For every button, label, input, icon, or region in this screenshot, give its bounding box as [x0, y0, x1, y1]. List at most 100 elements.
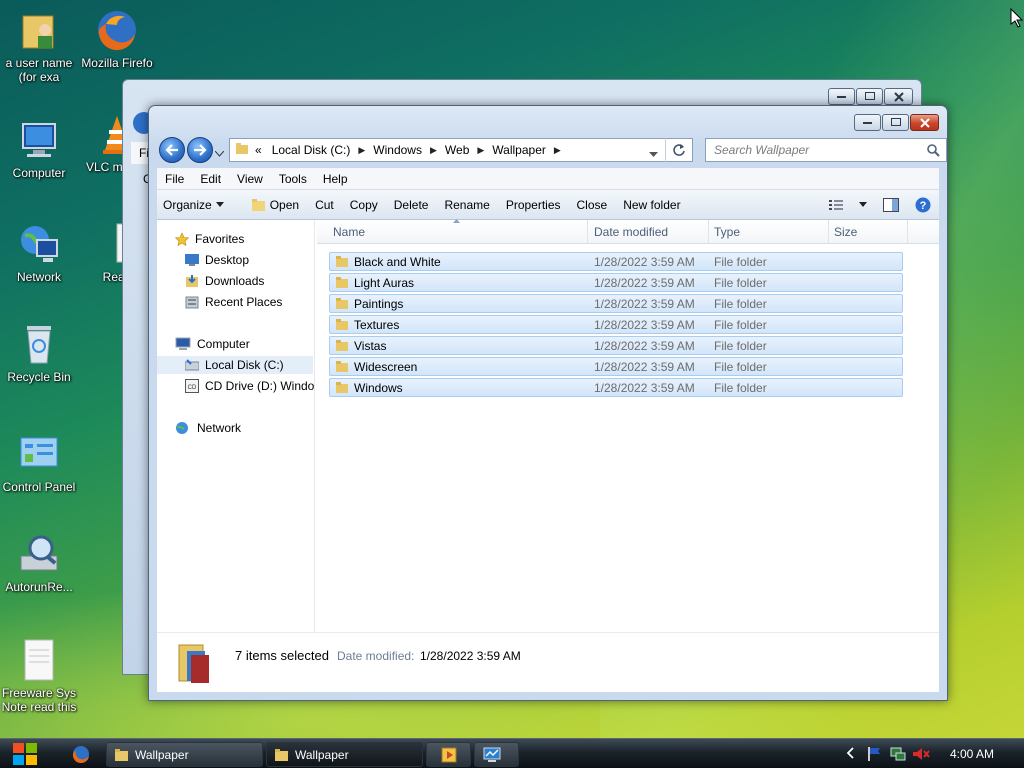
- column-divider[interactable]: [708, 220, 709, 244]
- file-row[interactable]: Paintings 1/28/2022 3:59 AM File folder: [329, 294, 903, 313]
- desktop-icon-control-panel[interactable]: Control Panel: [0, 432, 78, 494]
- preview-pane-button[interactable]: [875, 197, 907, 212]
- folder-icon: [336, 340, 348, 351]
- taskbar-button-wallpaper-2[interactable]: Wallpaper: [266, 742, 423, 767]
- properties-button[interactable]: Properties: [498, 198, 569, 212]
- desktop-icon-freeware-note[interactable]: Freeware Sys Note read this: [0, 638, 78, 714]
- column-divider[interactable]: [828, 220, 829, 244]
- nav-local-disk[interactable]: Local Disk (C:): [157, 356, 313, 374]
- taskbar-button-label: Wallpaper: [135, 747, 189, 762]
- quick-launch-firefox[interactable]: [72, 745, 90, 766]
- desktop-icon-firefox[interactable]: Mozilla Firefo: [78, 8, 156, 70]
- desktop-icon-user-folder[interactable]: a user name (for exa: [0, 8, 78, 84]
- taskbar-clock[interactable]: 4:00 AM: [950, 747, 994, 761]
- maximize-button[interactable]: [882, 114, 909, 131]
- refresh-button[interactable]: [665, 138, 691, 162]
- crumb-separator-icon[interactable]: ▶: [355, 145, 368, 156]
- nav-recent-places[interactable]: Recent Places: [185, 295, 282, 309]
- tray-network-icon[interactable]: [890, 746, 906, 765]
- nav-favorites[interactable]: Favorites: [175, 232, 244, 246]
- address-crumb-windows[interactable]: Windows: [368, 143, 427, 157]
- desktop-icon-autorun[interactable]: AutorunRe...: [0, 532, 78, 594]
- crumb-separator-icon[interactable]: ▶: [474, 145, 487, 156]
- nav-computer[interactable]: Computer: [175, 337, 250, 351]
- menu-edit[interactable]: Edit: [192, 172, 229, 186]
- minimize-button[interactable]: [828, 88, 855, 105]
- nav-network-label: Network: [197, 421, 242, 435]
- copy-button[interactable]: Copy: [342, 198, 386, 212]
- file-row[interactable]: Light Auras 1/28/2022 3:59 AM File folde…: [329, 273, 903, 292]
- star-icon: [175, 232, 189, 246]
- column-date-modified[interactable]: Date modified: [594, 225, 668, 239]
- file-row[interactable]: Black and White 1/28/2022 3:59 AM File f…: [329, 252, 903, 271]
- search-input[interactable]: Search Wallpaper: [705, 138, 947, 162]
- explorer-window[interactable]: « Local Disk (C:) ▶ Windows ▶ Web ▶ Wall…: [148, 105, 948, 701]
- file-row[interactable]: Vistas 1/28/2022 3:59 AM File folder: [329, 336, 903, 355]
- nav-network[interactable]: Network: [175, 421, 241, 435]
- address-bar[interactable]: « Local Disk (C:) ▶ Windows ▶ Web ▶ Wall…: [229, 138, 693, 162]
- forward-button[interactable]: [187, 137, 213, 163]
- file-row[interactable]: Windows 1/28/2022 3:59 AM File folder: [329, 378, 903, 397]
- views-dropdown-button[interactable]: [851, 202, 875, 207]
- rename-button[interactable]: Rename: [436, 198, 497, 212]
- folder-icon: [275, 748, 288, 761]
- help-button[interactable]: ?: [907, 197, 939, 213]
- taskbar-button-wallpaper-1[interactable]: Wallpaper: [106, 742, 263, 767]
- menu-view[interactable]: View: [229, 172, 271, 186]
- crumb-separator-icon[interactable]: ▶: [551, 145, 564, 156]
- open-button[interactable]: Open: [244, 198, 307, 212]
- new-folder-button[interactable]: New folder: [615, 198, 688, 212]
- back-button[interactable]: [159, 137, 185, 163]
- column-size[interactable]: Size: [834, 225, 857, 239]
- media-player-icon: [441, 747, 457, 762]
- organize-button[interactable]: Organize: [157, 198, 232, 212]
- views-button[interactable]: [821, 199, 851, 211]
- close-button[interactable]: [910, 114, 939, 131]
- desktop-icon-computer[interactable]: Computer: [0, 118, 78, 180]
- menu-file[interactable]: File: [157, 172, 192, 186]
- address-crumb-wallpaper[interactable]: Wallpaper: [487, 143, 551, 157]
- column-name[interactable]: Name: [333, 225, 365, 239]
- maximize-button[interactable]: [856, 88, 883, 105]
- desktop-icon-recycle-bin[interactable]: Recycle Bin: [0, 322, 78, 384]
- column-divider[interactable]: [587, 220, 588, 244]
- start-button[interactable]: [8, 739, 44, 768]
- desktop-icon-network[interactable]: Network: [0, 222, 78, 284]
- close-command-button[interactable]: Close: [569, 198, 616, 212]
- tray-volume-icon[interactable]: [912, 746, 930, 765]
- nav-cd-drive[interactable]: CD CD Drive (D:) Windo: [185, 379, 314, 393]
- file-row[interactable]: Textures 1/28/2022 3:59 AM File folder: [329, 315, 903, 334]
- file-row[interactable]: Widescreen 1/28/2022 3:59 AM File folder: [329, 357, 903, 376]
- address-overflow[interactable]: «: [250, 143, 267, 157]
- taskbar-button-monitor[interactable]: [474, 742, 519, 767]
- column-type[interactable]: Type: [714, 225, 740, 239]
- address-dropdown-icon[interactable]: [649, 147, 658, 161]
- close-button[interactable]: [884, 88, 913, 105]
- nav-downloads[interactable]: Downloads: [185, 274, 264, 288]
- column-divider[interactable]: [907, 220, 908, 244]
- file-name: Light Auras: [354, 276, 415, 290]
- nav-desktop[interactable]: Desktop: [185, 253, 249, 267]
- file-type: File folder: [714, 360, 767, 374]
- navigation-pane: Favorites Desktop Downloads Recent Place…: [157, 220, 315, 632]
- search-icon[interactable]: [927, 144, 940, 157]
- menu-help[interactable]: Help: [315, 172, 356, 186]
- delete-button[interactable]: Delete: [386, 198, 437, 212]
- tray-flag-icon[interactable]: [866, 746, 882, 765]
- file-type: File folder: [714, 318, 767, 332]
- recent-pages-dropdown[interactable]: [214, 146, 225, 160]
- network-icon: [176, 422, 188, 434]
- minimize-button[interactable]: [854, 114, 881, 131]
- address-crumb-local-disk[interactable]: Local Disk (C:): [267, 143, 356, 157]
- navigation-row: « Local Disk (C:) ▶ Windows ▶ Web ▶ Wall…: [157, 136, 947, 164]
- crumb-separator-icon[interactable]: ▶: [427, 145, 440, 156]
- forward-arrow-icon: [194, 144, 207, 156]
- caption-buttons: [854, 114, 939, 131]
- tray-expand-button[interactable]: [846, 747, 854, 762]
- cut-button[interactable]: Cut: [307, 198, 342, 212]
- address-crumb-web[interactable]: Web: [440, 143, 474, 157]
- menu-tools[interactable]: Tools: [271, 172, 315, 186]
- taskbar-button-media[interactable]: [426, 742, 471, 767]
- firefox-icon: [95, 8, 139, 52]
- refresh-icon: [672, 144, 685, 156]
